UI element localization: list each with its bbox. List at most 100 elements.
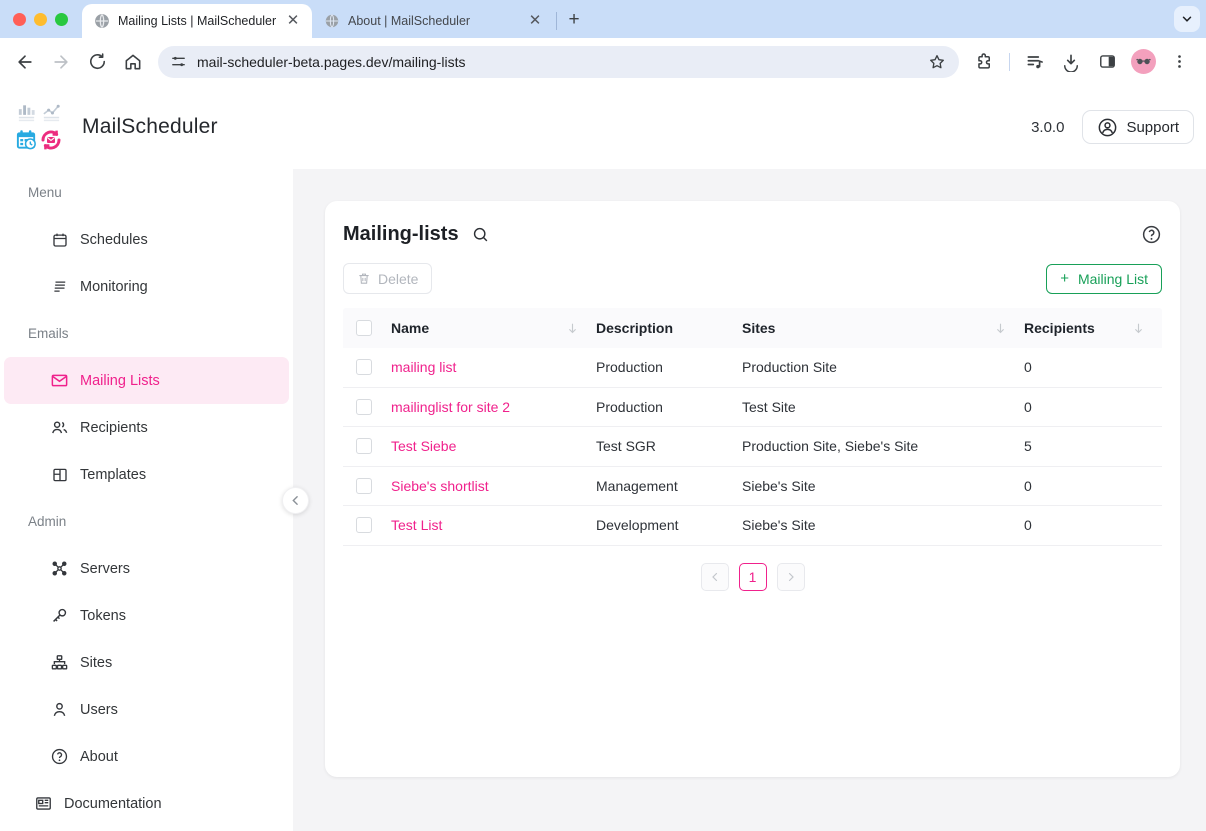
sites-cell: Test Site: [742, 399, 1024, 415]
table-row: Test List Development Siebe's Site 0: [343, 506, 1162, 546]
sidebar-item-label: Servers: [80, 561, 130, 577]
row-checkbox[interactable]: [356, 478, 372, 494]
downloads-button[interactable]: [1054, 45, 1088, 79]
mailing-list-link[interactable]: Test Siebe: [391, 438, 456, 454]
delete-label: Delete: [378, 271, 418, 287]
sidebar-item-tokens[interactable]: Tokens: [4, 592, 289, 639]
side-panel-button[interactable]: [1090, 45, 1124, 79]
url-text[interactable]: mail-scheduler-beta.pages.dev/mailing-li…: [197, 54, 923, 70]
user-icon: [50, 700, 69, 719]
forward-icon: [51, 52, 71, 72]
row-checkbox[interactable]: [356, 359, 372, 375]
sidebar-item-schedules[interactable]: Schedules: [4, 216, 289, 263]
sort-arrow-icon[interactable]: [1131, 321, 1146, 336]
table-row: mailing list Production Production Site …: [343, 348, 1162, 388]
line-chart-icon: [39, 99, 63, 125]
home-icon: [123, 52, 143, 72]
mailing-list-link[interactable]: Test List: [391, 517, 442, 533]
search-icon[interactable]: [471, 225, 490, 244]
extensions-button[interactable]: [967, 45, 1001, 79]
zoom-window-button[interactable]: [55, 13, 68, 26]
sidebar-item-users[interactable]: Users: [4, 686, 289, 733]
sidebar-item-documentation[interactable]: Documentation: [4, 780, 289, 827]
minimize-window-button[interactable]: [34, 13, 47, 26]
mailing-lists-card: Mailing-lists Delete + Mailing List: [325, 201, 1180, 777]
sites-cell: Siebe's Site: [742, 517, 1024, 533]
column-header-sites[interactable]: Sites: [742, 320, 1024, 336]
sidebar-item-sites[interactable]: Sites: [4, 639, 289, 686]
tab-mailing-lists[interactable]: Mailing Lists | MailScheduler ✕: [82, 4, 312, 38]
sidebar-item-recipients[interactable]: Recipients: [4, 404, 289, 451]
site-settings-icon[interactable]: [170, 53, 187, 70]
profile-button[interactable]: [1126, 45, 1160, 79]
sidebar-item-monitoring[interactable]: Monitoring: [4, 263, 289, 310]
media-controls-button[interactable]: [1018, 45, 1052, 79]
back-button[interactable]: [8, 45, 42, 79]
browser-menu-button[interactable]: [1162, 45, 1196, 79]
page-1-button[interactable]: 1: [739, 563, 767, 591]
add-mailing-list-button[interactable]: + Mailing List: [1046, 264, 1162, 294]
support-label: Support: [1126, 119, 1179, 136]
server-hub-icon: [50, 559, 69, 578]
sidebar-item-servers[interactable]: Servers: [4, 545, 289, 592]
column-header-description: Description: [596, 320, 742, 336]
row-checkbox[interactable]: [356, 399, 372, 415]
new-tab-button[interactable]: +: [561, 7, 587, 33]
profile-avatar: [1131, 49, 1156, 74]
tab-about[interactable]: About | MailScheduler ✕: [312, 4, 554, 38]
bookmark-button[interactable]: [923, 48, 951, 76]
description-cell: Production: [596, 399, 742, 415]
home-button[interactable]: [116, 45, 150, 79]
select-all-checkbox[interactable]: [356, 320, 372, 336]
tab-close-icon[interactable]: ✕: [526, 12, 544, 30]
globe-icon: [324, 13, 340, 29]
sort-arrow-icon[interactable]: [993, 321, 1008, 336]
sites-cell: Production Site, Siebe's Site: [742, 438, 1024, 454]
sidebar-item-about[interactable]: About: [4, 733, 289, 780]
sidebar-section-admin: Admin: [0, 498, 293, 545]
app-title: MailScheduler: [82, 115, 218, 139]
chevron-down-icon: [1180, 12, 1194, 26]
column-header-recipients[interactable]: Recipients: [1024, 320, 1162, 336]
sidebar-item-label: Monitoring: [80, 279, 148, 295]
help-icon[interactable]: [1141, 224, 1162, 245]
column-header-name[interactable]: Name: [391, 320, 596, 336]
support-button[interactable]: Support: [1082, 110, 1194, 144]
pagination: 1: [343, 563, 1162, 591]
mail-icon: [50, 371, 69, 390]
sidebar-item-mailing-lists[interactable]: Mailing Lists: [4, 357, 289, 404]
sort-arrow-icon[interactable]: [565, 321, 580, 336]
tab-close-icon[interactable]: ✕: [284, 12, 302, 30]
people-icon: [50, 418, 69, 437]
globe-icon: [94, 13, 110, 29]
recipients-cell: 0: [1024, 359, 1162, 375]
description-cell: Development: [596, 517, 742, 533]
row-checkbox[interactable]: [356, 517, 372, 533]
close-window-button[interactable]: [13, 13, 26, 26]
mailing-list-link[interactable]: Siebe's shortlist: [391, 478, 489, 494]
sites-cell: Production Site: [742, 359, 1024, 375]
bar-chart-icon: [14, 99, 38, 125]
reload-icon: [88, 52, 107, 71]
sites-cell: Siebe's Site: [742, 478, 1024, 494]
recipients-cell: 0: [1024, 399, 1162, 415]
row-checkbox[interactable]: [356, 438, 372, 454]
reload-button[interactable]: [80, 45, 114, 79]
next-page-button[interactable]: [777, 563, 805, 591]
side-panel-icon: [1098, 52, 1117, 71]
app-logo: [14, 99, 66, 155]
forward-button[interactable]: [44, 45, 78, 79]
calendar-icon: [50, 230, 69, 249]
sidebar-section-menu: Menu: [0, 169, 293, 216]
main-content: Mailing-lists Delete + Mailing List: [293, 169, 1206, 831]
browser-chrome: Mailing Lists | MailScheduler ✕ About | …: [0, 0, 1206, 85]
prev-page-button[interactable]: [701, 563, 729, 591]
tab-search-button[interactable]: [1174, 6, 1200, 32]
mailing-list-link[interactable]: mailinglist for site 2: [391, 399, 510, 415]
puzzle-icon: [975, 52, 994, 71]
sidebar-item-templates[interactable]: Templates: [4, 451, 289, 498]
delete-button[interactable]: Delete: [343, 263, 432, 294]
mailing-list-link[interactable]: mailing list: [391, 359, 456, 375]
app-header: MailScheduler 3.0.0 Support: [0, 85, 1206, 169]
address-bar[interactable]: mail-scheduler-beta.pages.dev/mailing-li…: [158, 46, 959, 78]
